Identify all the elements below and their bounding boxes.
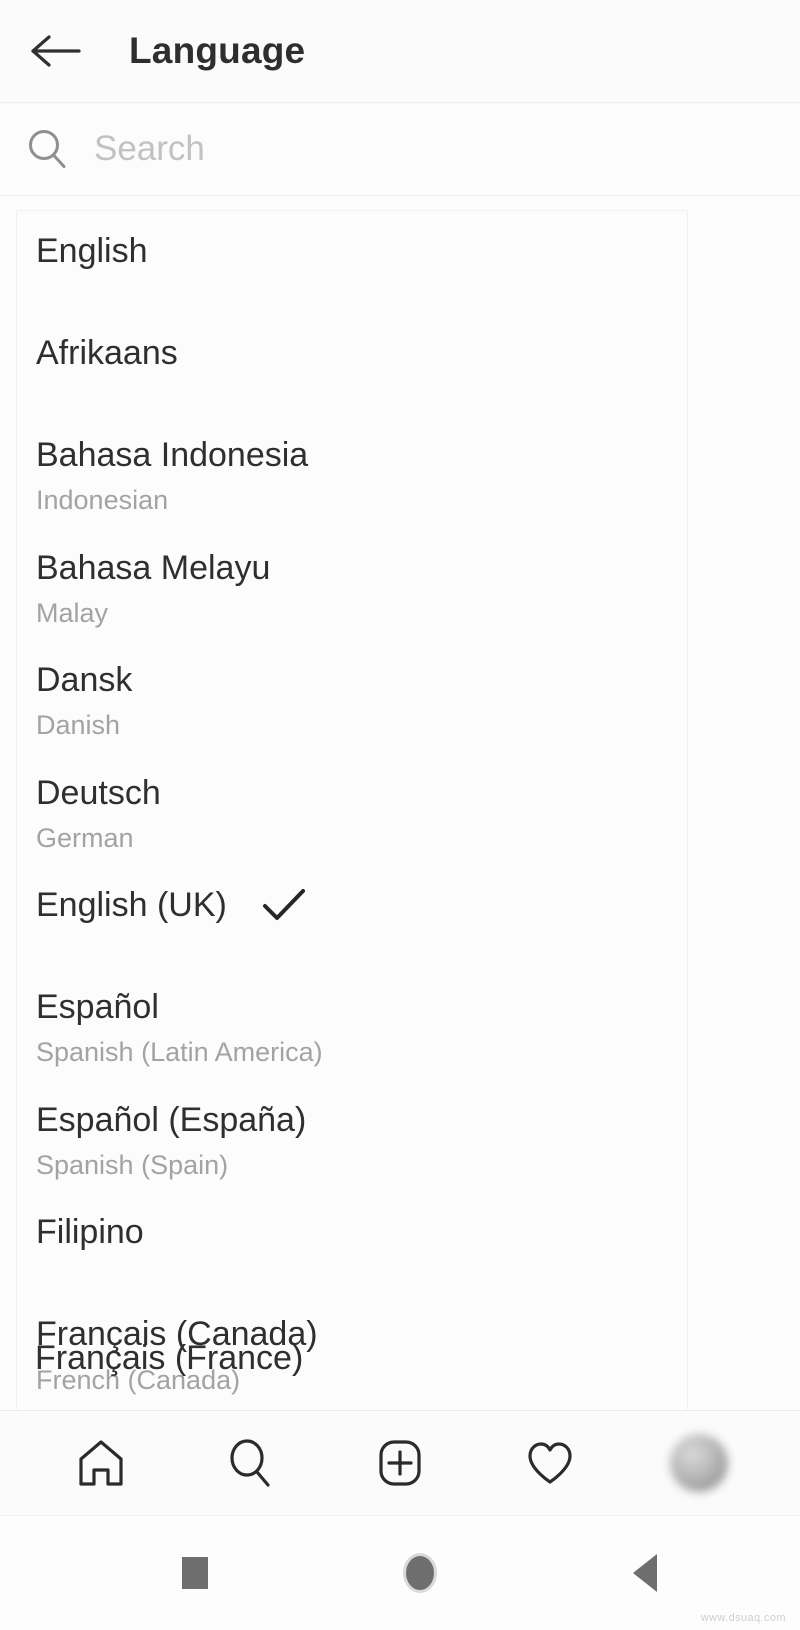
language-subtitle: Danish — [36, 710, 121, 741]
language-item[interactable]: English — [17, 231, 687, 271]
add-post-icon — [379, 1440, 421, 1486]
check-icon — [261, 886, 307, 924]
language-subtitle: Malay — [36, 597, 109, 628]
language-name-row: Filipino — [36, 1212, 687, 1252]
back-button[interactable] — [26, 22, 84, 80]
language-list-viewport[interactable]: English Afrikaans Bahasa Indonesia Indonesi… — [0, 196, 800, 1410]
bottom-tab-bar — [0, 1410, 800, 1515]
language-name: Bahasa Indonesia — [36, 436, 309, 475]
language-name-row: Bahasa Indonesia — [36, 435, 687, 475]
home-icon — [79, 1440, 123, 1486]
language-item[interactable]: Dansk Danish — [17, 660, 687, 742]
tab-new-post[interactable] — [354, 1417, 446, 1509]
language-settings-screen: Language English Afrikaans Bahasa Indonesi… — [0, 0, 800, 1630]
language-name: Español (España) — [36, 1100, 307, 1139]
language-subtitle: Spanish (Latin America) — [36, 1037, 323, 1068]
language-name: Bahasa Melayu — [36, 548, 271, 587]
recents-button[interactable] — [160, 1538, 230, 1608]
language-subtitle: Spanish (Spain) — [36, 1149, 229, 1180]
triangle-back-icon — [633, 1554, 657, 1592]
language-name-row: Español (España) — [36, 1100, 687, 1140]
home-button[interactable] — [385, 1538, 455, 1608]
avatar — [670, 1434, 729, 1492]
language-name: English — [36, 232, 148, 270]
language-item[interactable]: Afrikaans — [17, 333, 687, 373]
language-name: Afrikaans — [36, 334, 178, 373]
language-item[interactable]: Bahasa Indonesia Indonesian — [17, 435, 687, 517]
language-name-row: Español — [36, 987, 687, 1027]
back-button-system[interactable] — [610, 1538, 680, 1608]
language-item[interactable]: Español Spanish (Latin America) — [17, 987, 687, 1069]
search-input[interactable] — [94, 129, 634, 169]
language-item[interactable]: Español (España) Spanish (Spain) — [17, 1100, 687, 1182]
language-name-row: Deutsch — [36, 773, 687, 813]
tab-search[interactable] — [204, 1417, 296, 1509]
search-bar[interactable] — [0, 103, 800, 196]
language-name-row: English (UK) — [36, 885, 687, 925]
app-header: Language — [0, 0, 800, 103]
language-list: English Afrikaans Bahasa Indonesia Indonesi… — [17, 211, 687, 1410]
tab-activity[interactable] — [504, 1417, 596, 1509]
language-list-frame: English Afrikaans Bahasa Indonesia Indonesi… — [16, 210, 688, 1410]
language-name-row: Dansk — [36, 660, 687, 700]
language-name: Deutsch — [36, 773, 161, 812]
search-icon — [230, 1439, 270, 1487]
language-item[interactable]: English (UK) — [17, 885, 687, 925]
language-name-row: Bahasa Melayu — [36, 548, 687, 588]
language-name-row: English — [36, 231, 687, 271]
circle-home-icon — [403, 1553, 437, 1593]
arrow-left-icon — [31, 35, 81, 67]
language-name: Dansk — [36, 661, 133, 700]
language-subtitle: German — [36, 822, 134, 853]
language-name: Español — [36, 988, 159, 1027]
heart-icon — [527, 1442, 572, 1484]
language-item[interactable]: Bahasa Melayu Malay — [17, 548, 687, 630]
language-name-row: Afrikaans — [36, 333, 687, 373]
page-title: Language — [129, 30, 306, 71]
language-name: English (UK) — [36, 886, 227, 925]
search-icon — [24, 126, 70, 172]
tab-home[interactable] — [55, 1417, 147, 1509]
system-nav-buttons — [160, 1538, 680, 1608]
language-item[interactable]: Filipino — [17, 1212, 687, 1252]
language-name: Filipino — [36, 1213, 144, 1252]
square-recents-icon — [182, 1557, 208, 1589]
watermark: www.dsuaq.com — [700, 1612, 786, 1624]
language-item-overflow[interactable]: Français (France) — [35, 1339, 303, 1378]
language-subtitle: Indonesian — [36, 485, 169, 516]
system-navigation-bar: www.dsuaq.com — [0, 1515, 800, 1630]
tab-profile[interactable] — [653, 1417, 745, 1509]
language-item[interactable]: Deutsch German — [17, 773, 687, 855]
